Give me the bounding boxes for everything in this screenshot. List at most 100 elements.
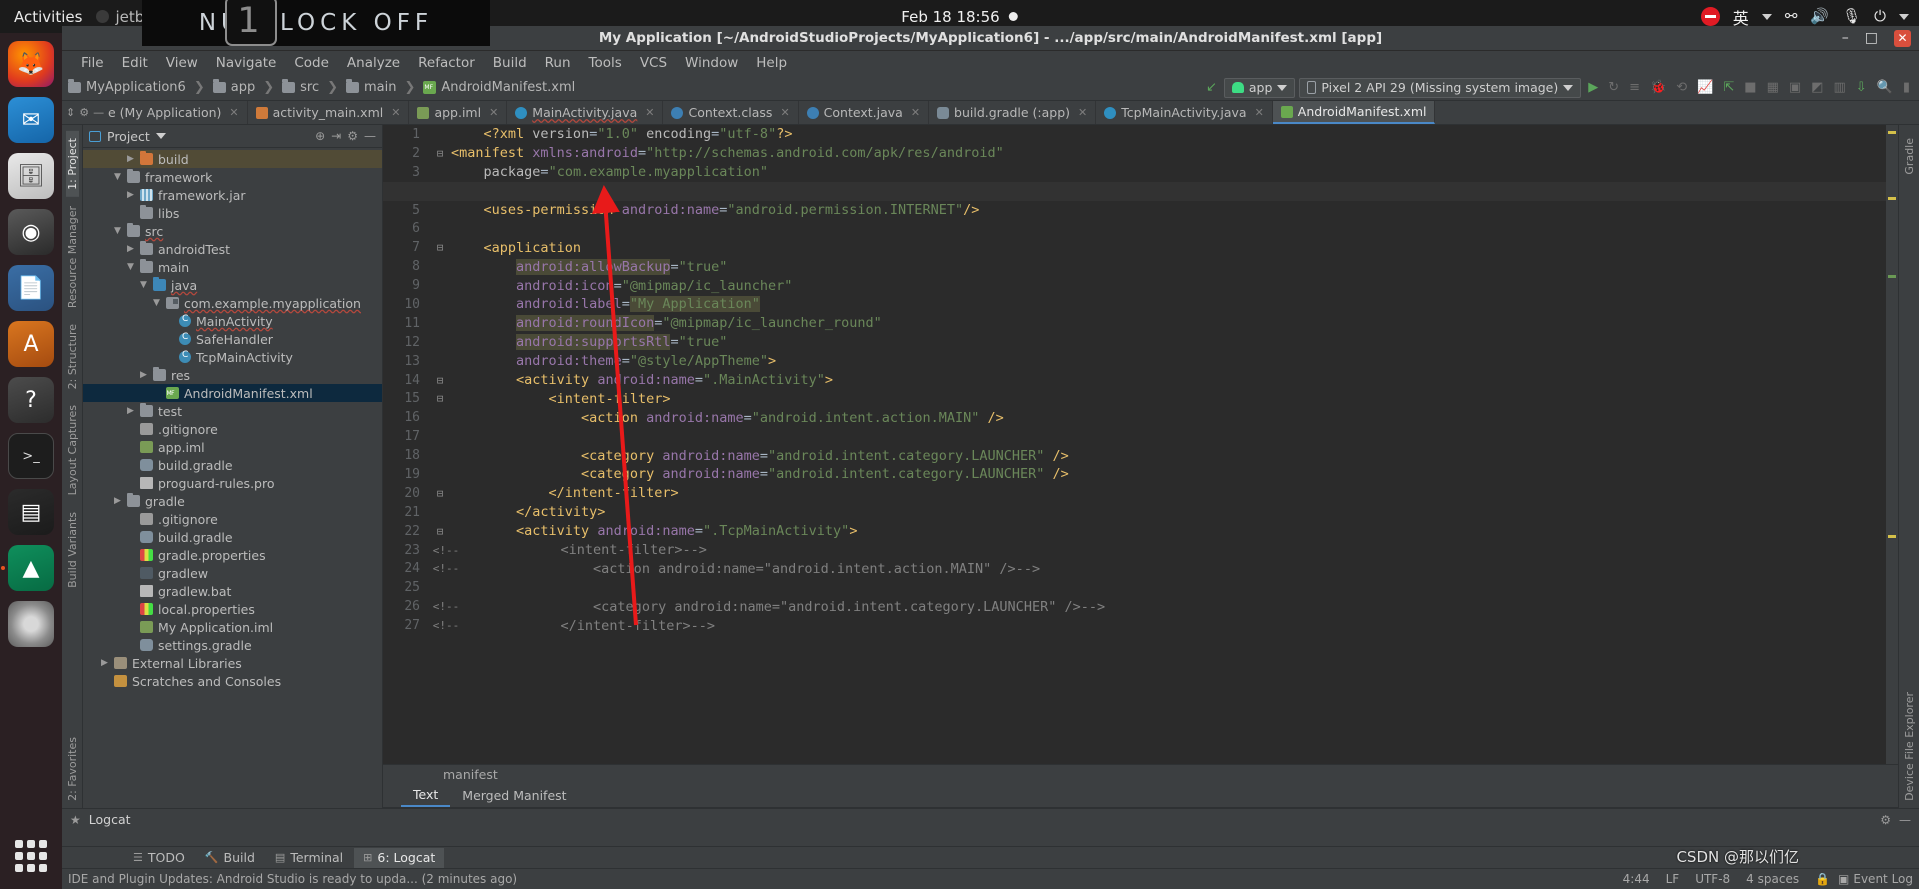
warning-marker[interactable] <box>1888 131 1896 134</box>
dock-item-help[interactable]: ? <box>8 377 54 423</box>
ime-chevron-down-icon[interactable] <box>1761 13 1772 20</box>
tool-window-resource-manager[interactable]: Resource Manager <box>66 199 79 315</box>
stop-icon[interactable]: ■ <box>1741 81 1759 94</box>
maximize-button[interactable]: □ <box>1865 31 1878 45</box>
chevron-down-icon[interactable] <box>155 133 166 139</box>
input-method-label[interactable]: 英 <box>1733 5 1749 29</box>
do-not-disturb-icon[interactable] <box>1700 7 1720 26</box>
menu-view[interactable]: View <box>157 55 207 71</box>
bottom-tab-build[interactable]: 🔨 Build <box>196 848 264 868</box>
activities-button[interactable]: Activities <box>0 8 96 26</box>
chevron-down-icon[interactable]: ▼ <box>113 226 122 236</box>
comment-marker[interactable]: <!-- <box>429 544 463 557</box>
search-icon[interactable]: 🔍 <box>1874 81 1896 94</box>
microphone-icon[interactable]: 🎙 <box>1842 9 1861 24</box>
tree-node[interactable]: app.iml <box>83 438 382 456</box>
chevron-down-icon[interactable]: ▼ <box>139 280 148 290</box>
bottom-tab-logcat[interactable]: ⊞ 6: Logcat <box>354 847 445 868</box>
tree-node[interactable]: ▶ External Libraries <box>83 654 382 672</box>
code-line[interactable]: 6 <box>383 219 1898 238</box>
code-line[interactable]: 26 <!-- <category android:name="android.i… <box>383 597 1898 616</box>
tree-node[interactable]: .gitignore <box>83 510 382 528</box>
tree-node[interactable]: gradle.properties <box>83 546 382 564</box>
code-line[interactable]: 7 ⊟ <application <box>383 238 1898 257</box>
tool-window-layout-captures[interactable]: Layout Captures <box>66 398 79 502</box>
menu-build[interactable]: Build <box>484 55 536 71</box>
chevron-right-icon[interactable]: ▶ <box>126 244 135 254</box>
tree-node[interactable]: ▶ res <box>83 366 382 384</box>
collapse-all-icon[interactable]: ⇥ <box>331 129 341 143</box>
chevron-right-icon[interactable]: ▶ <box>139 370 148 380</box>
power-icon[interactable]: ⏻ <box>1874 9 1886 24</box>
tree-node[interactable]: ▶ test <box>83 402 382 420</box>
close-icon[interactable]: ✕ <box>645 106 654 119</box>
chevron-right-icon[interactable]: ▶ <box>126 154 135 164</box>
warning-marker[interactable] <box>1888 197 1896 200</box>
bottom-tab-todo[interactable]: ☰ TODO <box>124 848 194 868</box>
tree-node[interactable]: ▶ gradle <box>83 492 382 510</box>
code-line[interactable]: 2 ⊟ <manifest xmlns:android="http://schema… <box>383 144 1898 163</box>
code-line[interactable]: 13 android:theme="@style/AppTheme"> <box>383 352 1898 371</box>
dock-item-terminal[interactable]: >_ <box>8 433 54 479</box>
system-menu-chevron-down-icon[interactable] <box>1899 13 1909 20</box>
run-coverage-icon[interactable]: ⇱ <box>1720 81 1737 94</box>
tree-node[interactable]: SafeHandler <box>83 330 382 348</box>
close-icon[interactable]: ✕ <box>780 106 789 119</box>
dock-item-ubuntu-software[interactable]: A <box>8 321 54 367</box>
tool-window-gradle[interactable]: Gradle <box>1903 131 1916 182</box>
tab-activity-main-xml[interactable]: activity_main.xml ✕ <box>248 101 410 124</box>
dock-item-libreoffice-writer[interactable]: 📄 <box>8 265 54 311</box>
chevron-right-icon[interactable]: ▶ <box>126 406 135 416</box>
line-separator[interactable]: LF <box>1658 872 1688 886</box>
tool-window-build-variants[interactable]: Build Variants <box>66 505 79 595</box>
profiler-icon[interactable]: 📈 <box>1694 81 1716 94</box>
code-line[interactable]: 16 <action android:name="android.intent.… <box>383 408 1898 427</box>
menu-vcs[interactable]: VCS <box>631 55 676 71</box>
tree-node[interactable]: ▼ src <box>83 222 382 240</box>
menu-code[interactable]: Code <box>285 55 338 71</box>
tab-tcpmainactivity-java[interactable]: TcpMainActivity.java ✕ <box>1096 101 1273 124</box>
tree-node[interactable]: gradlew <box>83 564 382 582</box>
code-line[interactable]: 22 ⊟ <activity android:name=".TcpMainActi… <box>383 522 1898 541</box>
avd-manager-icon[interactable]: ▣ <box>1786 81 1804 94</box>
show-applications-button[interactable] <box>8 833 54 879</box>
code-line[interactable]: 5 <uses-permission android:name="android… <box>383 201 1898 220</box>
scroll-from-source-icon[interactable]: ⊕ <box>315 129 325 143</box>
tool-window-device-file-explorer[interactable]: Device File Explorer <box>1903 685 1916 808</box>
tree-node[interactable]: ▼ java <box>83 276 382 294</box>
close-icon[interactable]: ✕ <box>1255 106 1264 119</box>
code-line[interactable]: 11 android:roundIcon="@mipmap/ic_launche… <box>383 314 1898 333</box>
pin-icon[interactable]: ★ <box>70 813 81 827</box>
indent-setting[interactable]: 4 spaces <box>1738 872 1807 886</box>
tree-node[interactable]: ▼ framework <box>83 168 382 186</box>
settings-gear-icon[interactable]: ⚙ <box>347 129 358 143</box>
tab-build-gradle[interactable]: build.gradle (:app) ✕ <box>929 101 1097 124</box>
code-line[interactable]: 15 ⊟ <intent-filter> <box>383 389 1898 408</box>
comment-marker[interactable]: <!-- <box>429 600 463 613</box>
settings-gear-icon[interactable]: ⚙ <box>79 106 89 119</box>
menu-analyze[interactable]: Analyze <box>338 55 409 71</box>
tab-text[interactable]: Text <box>401 784 451 807</box>
tree-node[interactable]: MainActivity <box>83 312 382 330</box>
tab-merged-manifest[interactable]: Merged Manifest <box>450 784 578 807</box>
tree-node[interactable]: build.gradle <box>83 456 382 474</box>
layout-inspector-icon[interactable]: ◩ <box>1808 81 1826 94</box>
menu-refactor[interactable]: Refactor <box>409 55 484 71</box>
more-actions-icon[interactable]: ▮ <box>1900 81 1913 94</box>
code-line[interactable]: 10 android:label="My Application" <box>383 295 1898 314</box>
debug-icon[interactable]: 🐞 <box>1647 81 1669 94</box>
code-line[interactable]: 4💡 android:sharedUserId="android.uid.sys… <box>383 181 1898 201</box>
breadcrumb-item-main[interactable]: main <box>364 80 396 95</box>
code-line[interactable]: 9 android:icon="@mipmap/ic_launcher" <box>383 276 1898 295</box>
code-line[interactable]: 20 ⊟ </intent-filter> <box>383 484 1898 503</box>
logcat-content[interactable] <box>62 830 1919 846</box>
chevron-down-icon[interactable]: ▼ <box>152 298 161 308</box>
volume-icon[interactable]: 🔊 <box>1810 9 1829 24</box>
tab-mainactivity-java[interactable]: MainActivity.java ✕ <box>507 101 664 124</box>
expand-icon[interactable]: ⇕ <box>66 106 75 119</box>
caret-position[interactable]: 4:44 <box>1615 872 1658 886</box>
code-line[interactable]: 19 <category android:name="android.inten… <box>383 465 1898 484</box>
code-line[interactable]: 18 <category android:name="android.inten… <box>383 446 1898 465</box>
menu-run[interactable]: Run <box>536 55 580 71</box>
tree-node[interactable]: settings.gradle <box>83 636 382 654</box>
